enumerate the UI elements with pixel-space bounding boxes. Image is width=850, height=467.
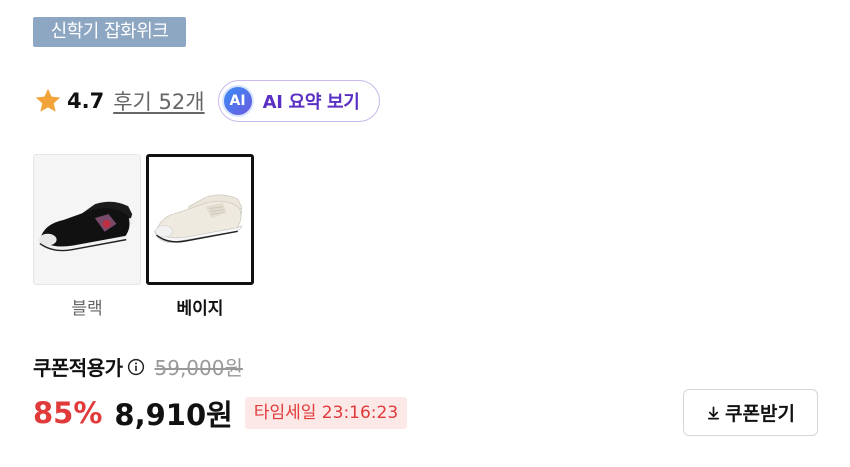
- download-icon: [708, 406, 720, 419]
- info-icon[interactable]: [127, 358, 145, 376]
- rating-value: 4.7: [67, 89, 105, 113]
- get-coupon-label: 쿠폰받기: [725, 403, 795, 425]
- original-price: 59,000원: [154, 356, 243, 380]
- sale-price: 8,910원: [114, 398, 233, 432]
- option-swatch-beige[interactable]: [146, 154, 254, 285]
- beige-sneaker-image: [154, 194, 242, 243]
- ai-summary-button[interactable]: AI AI 요약 보기: [217, 80, 380, 122]
- coupon-price-row: 쿠폰적용가 59,000원: [33, 352, 243, 381]
- rating-row: 4.7 후기 52개 AI AI 요약 보기: [33, 80, 380, 122]
- option-swatch-black[interactable]: [33, 154, 141, 285]
- time-sale-badge: 타임세일 23:16:23: [244, 397, 408, 429]
- black-sneaker-image: [37, 201, 133, 252]
- star-icon: [35, 88, 61, 112]
- ai-icon: AI: [221, 85, 254, 117]
- ai-summary-label: AI 요약 보기: [262, 92, 360, 113]
- promo-tag: 신학기 잡화위크: [33, 17, 186, 47]
- option-label-beige[interactable]: 베이지: [146, 294, 254, 319]
- review-count-link[interactable]: 후기 52개: [113, 86, 204, 116]
- option-label-black[interactable]: 블랙: [33, 294, 141, 319]
- coupon-price-label: 쿠폰적용가: [33, 356, 123, 380]
- get-coupon-button[interactable]: 쿠폰받기: [683, 389, 818, 436]
- final-price-row: 85% 8,910원 타임세일 23:16:23: [33, 392, 408, 434]
- discount-rate: 85%: [33, 396, 103, 430]
